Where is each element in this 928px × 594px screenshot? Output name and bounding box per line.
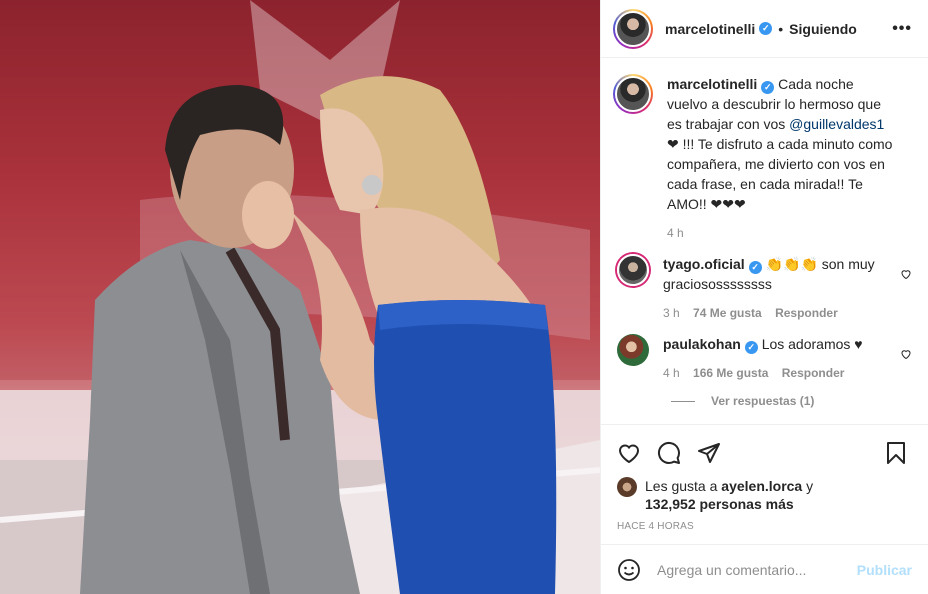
commenter-avatar[interactable] xyxy=(617,334,649,366)
likes-prefix: Les gusta a xyxy=(645,478,722,494)
comment-username[interactable]: paulakohan xyxy=(663,336,741,352)
post-photo[interactable] xyxy=(0,0,600,594)
replies-divider xyxy=(671,400,695,402)
likes-middle: y xyxy=(802,478,814,494)
heart-icon[interactable] xyxy=(617,441,641,465)
caption-text-after: ❤ !!! Te disfruto a cada minuto como com… xyxy=(667,136,893,212)
likes-count[interactable]: 132,952 personas más xyxy=(645,496,794,512)
caption-time[interactable]: 4 h xyxy=(667,226,684,240)
more-options-icon[interactable]: ••• xyxy=(892,20,912,38)
caption-mention[interactable]: @guillevaldes1 xyxy=(789,116,884,132)
liker-avatar[interactable] xyxy=(617,477,637,497)
likes-text: Les gusta a ayelen.lorca y 132,952 perso… xyxy=(645,477,813,513)
small-heart-icon[interactable] xyxy=(900,348,912,360)
comment-body: paulakohan ✓ Los adoramos ♥ 4 h 166 Me gu… xyxy=(663,334,912,380)
verified-icon: ✓ xyxy=(759,22,773,35)
comment-time[interactable]: 4 h xyxy=(663,366,680,380)
verified-icon: ✓ xyxy=(744,341,758,354)
publish-button[interactable]: Publicar xyxy=(857,562,912,578)
comment-text: Los adoramos ♥ xyxy=(761,336,863,352)
caption-body: marcelotinelli ✓ Cada noche vuelvo a desc… xyxy=(667,74,912,240)
view-replies-button[interactable]: Ver respuestas (1) xyxy=(671,394,912,408)
photo-illustration xyxy=(0,0,600,594)
caption-meta: 4 h xyxy=(667,226,898,240)
caption-username[interactable]: marcelotinelli xyxy=(667,76,757,92)
author-username[interactable]: marcelotinelli xyxy=(665,21,755,37)
author-avatar[interactable] xyxy=(613,8,653,49)
comment-meta: 3 h 74 Me gusta Responder xyxy=(663,306,898,320)
comment-input[interactable] xyxy=(657,561,857,578)
caption-avatar[interactable] xyxy=(613,74,653,114)
view-replies-label: Ver respuestas (1) xyxy=(711,394,815,408)
post-header: marcelotinelli ✓ • Siguiendo ••• xyxy=(601,0,928,58)
small-heart-icon[interactable] xyxy=(900,268,912,280)
comments-list[interactable]: marcelotinelli ✓ Cada noche vuelvo a desc… xyxy=(601,58,928,424)
separator-dot: • xyxy=(778,20,784,37)
comment-username[interactable]: tyago.oficial xyxy=(663,256,745,272)
emoji-icon[interactable] xyxy=(617,558,641,582)
verified-icon: ✓ xyxy=(761,81,775,94)
liker-username[interactable]: ayelen.lorca xyxy=(721,478,802,494)
reply-button[interactable]: Responder xyxy=(775,306,838,320)
comment-meta: 4 h 166 Me gusta Responder xyxy=(663,366,898,380)
comment-body: tyago.oficial ✓ 👏👏👏 son muy graciososssss… xyxy=(663,254,912,320)
post-actions: Les gusta a ayelen.lorca y 132,952 perso… xyxy=(601,424,928,544)
bookmark-icon[interactable] xyxy=(884,441,908,465)
following-button[interactable]: Siguiendo xyxy=(789,21,857,37)
comment-item: paulakohan ✓ Los adoramos ♥ 4 h 166 Me gu… xyxy=(613,334,912,380)
caption: marcelotinelli ✓ Cada noche vuelvo a desc… xyxy=(613,74,912,240)
post-timestamp[interactable]: HACE 4 HORAS xyxy=(617,521,912,532)
comment-likes[interactable]: 166 Me gusta xyxy=(693,366,768,380)
instagram-post: marcelotinelli ✓ • Siguiendo ••• marcelo… xyxy=(0,0,928,594)
action-icons xyxy=(617,433,912,473)
comment-icon[interactable] xyxy=(657,441,681,465)
add-comment-bar: Publicar xyxy=(601,544,928,594)
verified-icon: ✓ xyxy=(748,261,762,274)
comment-time[interactable]: 3 h xyxy=(663,306,680,320)
likes-summary: Les gusta a ayelen.lorca y 132,952 perso… xyxy=(617,477,912,513)
reply-button[interactable]: Responder xyxy=(782,366,845,380)
post-side-panel: marcelotinelli ✓ • Siguiendo ••• marcelo… xyxy=(600,0,928,594)
comment-likes[interactable]: 74 Me gusta xyxy=(693,306,762,320)
commenter-avatar[interactable] xyxy=(617,254,649,286)
share-icon[interactable] xyxy=(697,441,721,465)
comment-item: tyago.oficial ✓ 👏👏👏 son muy graciososssss… xyxy=(613,254,912,320)
